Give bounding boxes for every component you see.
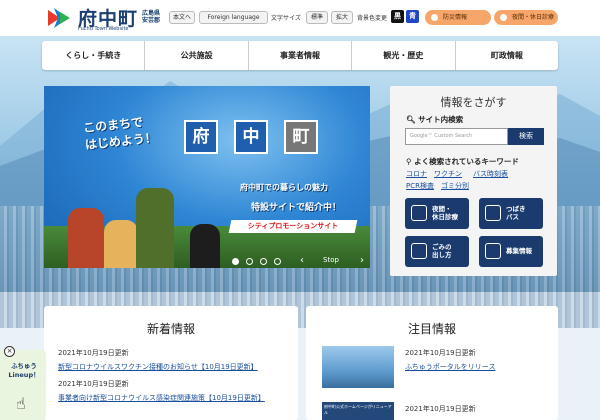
news-card: 新着情報 2021年10月19日更新 新型コロナウイルスワクチン接種のお知らせ【… [44, 306, 298, 420]
site-header: 府中町 Fuchu Town Website 広島県 安芸郡 本文へ Forei… [0, 0, 600, 36]
featured-date: 2021年10月19日更新 [405, 405, 476, 413]
lineup-floating-banner[interactable]: × ふちゅう Lineup！ ☝ [0, 346, 46, 420]
pin-icon: ⚲ [406, 157, 412, 166]
featured-thumbnail-2[interactable]: 府中町公式ホームページがリニューアル [322, 402, 394, 420]
search-panel: 情報をさがす 🔍︎ サイト内検索 Google™ Custom Search 検… [390, 86, 557, 276]
slide-dot-4[interactable] [274, 258, 281, 265]
night-clinic-button[interactable]: 夜間・休日診療 [494, 10, 558, 25]
slide-next-icon[interactable]: › [360, 255, 364, 266]
color-change-label: 背景色変更 [357, 15, 388, 22]
slider-controls: ‹ › Stop [44, 254, 370, 268]
quick-recruitment-button[interactable]: 募集情報 [479, 236, 543, 267]
hero-slider[interactable]: このまちで はじめよう！ 府 中 町 府中町での暮らしの魅力 特設サイトで紹介中… [44, 86, 370, 268]
slide-kanji-cho: 町 [284, 120, 318, 154]
font-size-label: 文字サイズ [271, 15, 301, 22]
lineup-label: ふちゅう Lineup！ [8, 362, 40, 379]
recruit-icon [485, 243, 501, 259]
featured-link[interactable]: ふちゅうポータルをリリース [405, 362, 495, 372]
hand-pointer-icon: ☝ [16, 394, 26, 413]
slide-dot-1[interactable] [232, 258, 239, 265]
search-button[interactable]: 検索 [508, 128, 544, 145]
global-nav: くらし・手続き 公共施設 事業者情報 観光・歴史 町政情報 [42, 41, 558, 70]
search-input[interactable]: Google™ Custom Search [405, 128, 508, 145]
trash-icon [411, 243, 427, 259]
alert-icon [431, 14, 438, 21]
skip-to-content-link[interactable]: 本文へ [169, 11, 195, 24]
news-title: 新着情報 [146, 322, 195, 336]
search-icon: 🔍︎ [406, 115, 416, 124]
keyword-link-corona[interactable]: コロナ [406, 169, 427, 179]
font-size-large-button[interactable]: 拡大 [331, 11, 353, 24]
prefecture-label: 広島県 安芸郡 [142, 10, 161, 24]
site-subtitle: Fuchu Town Website [78, 26, 129, 32]
news-date: 2021年10月19日更新 [58, 349, 129, 357]
close-icon[interactable]: × [4, 346, 15, 357]
search-panel-title: 情報をさがす [440, 96, 507, 109]
slide-dot-2[interactable] [246, 258, 253, 265]
featured-thumbnail[interactable] [322, 346, 394, 388]
featured-date: 2021年10月19日更新 [405, 349, 476, 357]
slide-text-charm: 府中町での暮らしの魅力 [240, 183, 328, 192]
clinic-icon [411, 205, 427, 221]
font-size-standard-button[interactable]: 標準 [306, 11, 328, 24]
nav-item-town-admin[interactable]: 町政情報 [454, 41, 558, 70]
slide-stop-button[interactable]: Stop [323, 256, 339, 264]
color-black-button[interactable]: 黒 [391, 10, 404, 23]
keyword-link-vaccine[interactable]: ワクチン [434, 169, 462, 179]
slide-prev-icon[interactable]: ‹ [300, 255, 304, 266]
news-date: 2021年10月19日更新 [58, 380, 129, 388]
nav-item-facilities[interactable]: 公共施設 [144, 41, 247, 70]
foreign-language-select[interactable]: Foreign language [199, 11, 268, 24]
quick-night-clinic-button[interactable]: 夜間・ 休日診療 [405, 198, 469, 229]
quick-garbage-button[interactable]: ごみの 出し方 [405, 236, 469, 267]
slide-kanji-chu: 中 [234, 120, 268, 154]
news-link[interactable]: 新型コロナウイルスワクチン接種のお知らせ【10月19日更新】 [58, 362, 258, 372]
keyword-link-pcr[interactable]: PCR検査 [406, 181, 434, 191]
nav-item-tourism[interactable]: 観光・歴史 [351, 41, 454, 70]
town-logo-icon[interactable] [46, 6, 72, 30]
slide-kanji-fu: 府 [184, 120, 218, 154]
slide-city-promo-banner[interactable]: シティプロモーションサイト [228, 220, 358, 233]
disaster-info-button[interactable]: 防災情報 [425, 10, 491, 25]
nav-item-business[interactable]: 事業者情報 [247, 41, 351, 70]
clinic-icon [500, 14, 507, 21]
color-blue-button[interactable]: 青 [406, 10, 419, 23]
keyword-link-garbage[interactable]: ゴミ分別 [441, 181, 469, 191]
news-link[interactable]: 事業者向け新型コロナウイルス感染症関連施策【10月19日更新】 [58, 393, 265, 403]
nav-item-life[interactable]: くらし・手続き [42, 41, 144, 70]
slide-text-special-site: 特設サイトで紹介中！ [251, 203, 342, 213]
site-search-label: 🔍︎ サイト内検索 [406, 115, 464, 124]
popular-keywords-title: ⚲ よく検索されているキーワード [406, 157, 519, 166]
quick-tsubaki-bus-button[interactable]: つばき バス [479, 198, 543, 229]
keyword-link-bus-timetable[interactable]: バス時刻表 [473, 169, 508, 179]
bus-icon [485, 205, 501, 221]
slide-dot-3[interactable] [260, 258, 267, 265]
featured-card: 注目情報 2021年10月19日更新 ふちゅうポータルをリリース 府中町公式ホー… [306, 306, 558, 420]
featured-title: 注目情報 [407, 322, 456, 336]
